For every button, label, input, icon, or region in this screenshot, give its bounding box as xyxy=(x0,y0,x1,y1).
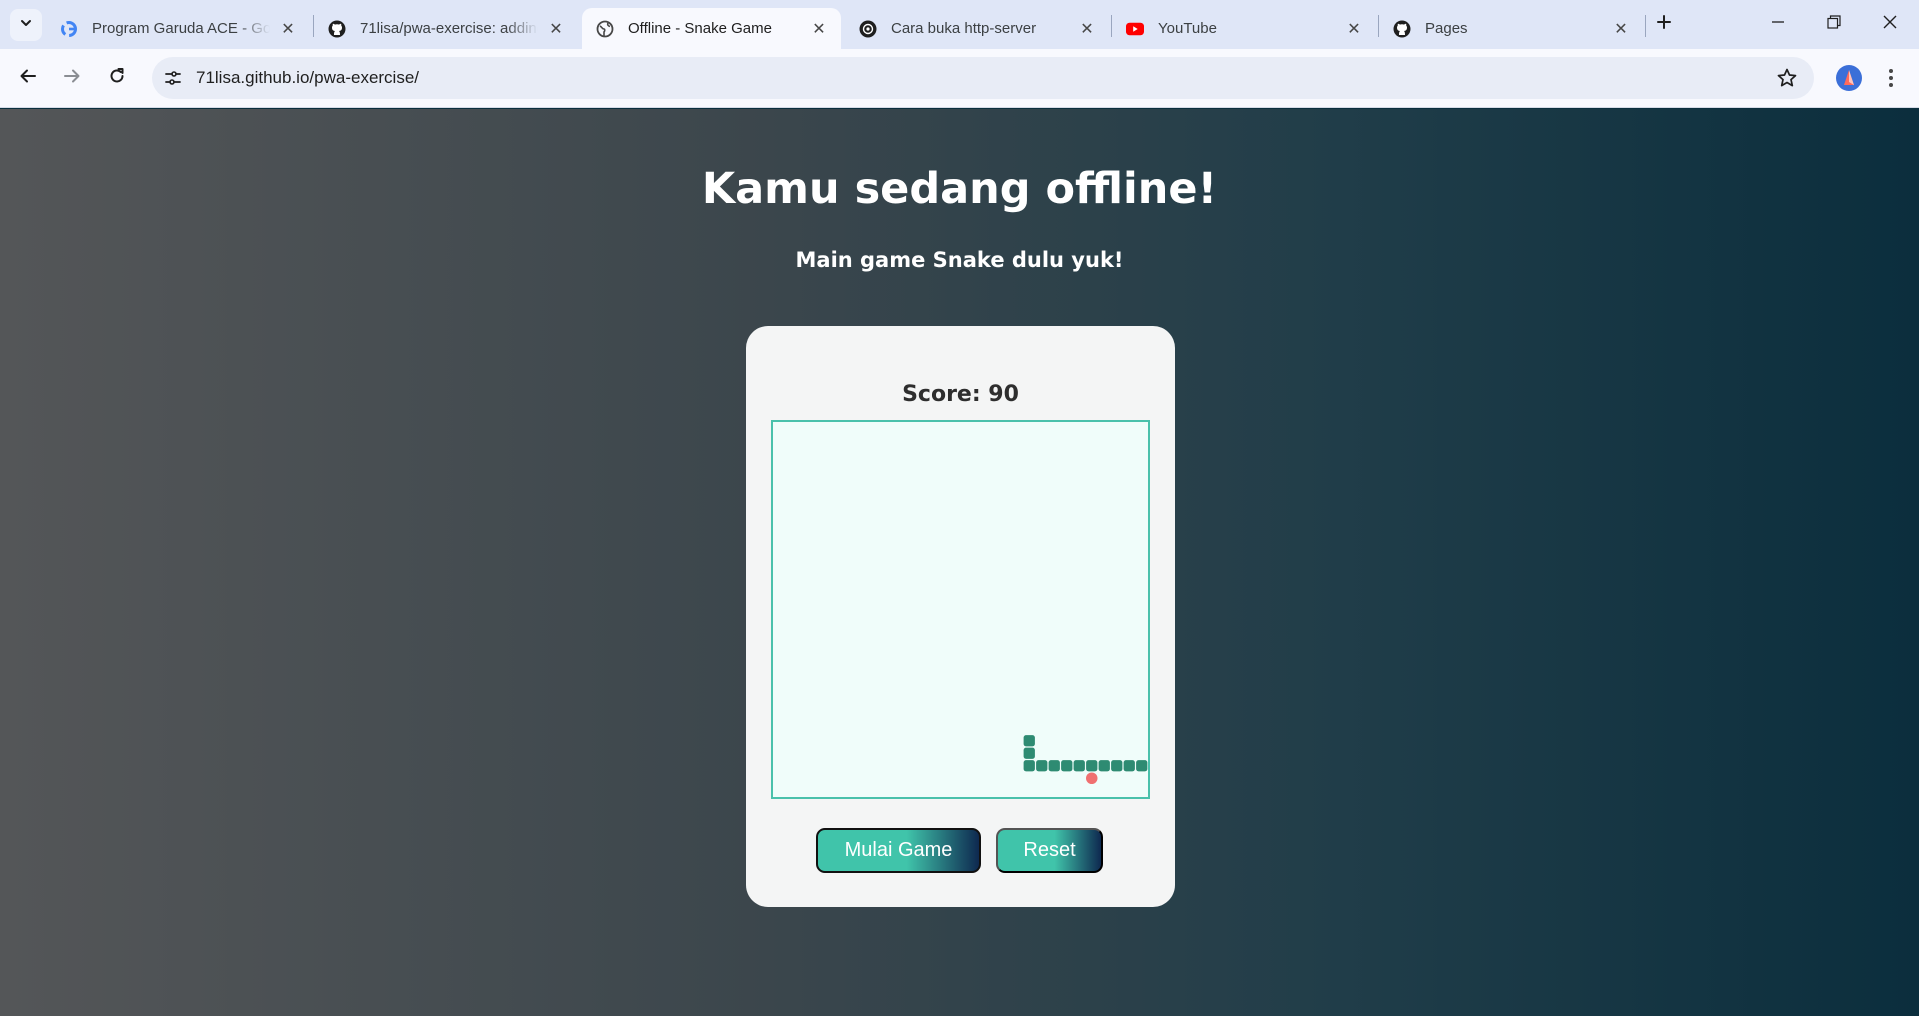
snake-segment xyxy=(1086,760,1098,772)
tab-title: Pages xyxy=(1425,20,1468,37)
tab-snake-game[interactable]: Offline - Snake Game ✕ xyxy=(582,8,841,49)
page-title: Kamu sedang offline! xyxy=(701,164,1218,214)
browser-toolbar: 71lisa.github.io/pwa-exercise/ xyxy=(0,49,1919,108)
site-settings-icon[interactable] xyxy=(162,67,184,89)
snake-segment xyxy=(1023,735,1035,747)
tab-separator xyxy=(1645,15,1646,37)
snake-segment xyxy=(1073,760,1085,772)
github-icon xyxy=(1393,20,1411,38)
close-icon[interactable]: ✕ xyxy=(278,19,298,39)
tab-pages[interactable]: Pages ✕ xyxy=(1379,8,1643,49)
snake-segment xyxy=(1123,760,1135,772)
chevron-down-icon xyxy=(19,16,33,35)
close-icon[interactable]: ✕ xyxy=(1611,19,1631,39)
arrow-right-icon xyxy=(63,67,81,90)
restore-icon xyxy=(1827,14,1841,34)
start-game-button[interactable]: Mulai Game xyxy=(816,828,981,873)
score-label: Score: 90 xyxy=(902,382,1019,407)
back-button[interactable] xyxy=(12,62,44,94)
snake-segment xyxy=(1036,760,1048,772)
address-bar[interactable]: 71lisa.github.io/pwa-exercise/ xyxy=(152,57,1814,99)
tab-search-button[interactable] xyxy=(10,9,42,41)
tab-title: Offline - Snake Game xyxy=(628,20,772,37)
reload-icon xyxy=(108,67,126,90)
close-window-button[interactable] xyxy=(1862,0,1918,48)
github-icon xyxy=(328,20,346,38)
minimize-button[interactable] xyxy=(1750,0,1806,48)
close-icon[interactable]: ✕ xyxy=(809,19,829,39)
reset-button[interactable]: Reset xyxy=(996,828,1103,873)
snake-segment xyxy=(1061,760,1073,772)
close-icon[interactable]: ✕ xyxy=(1077,19,1097,39)
reload-button[interactable] xyxy=(101,62,133,94)
snake-segment xyxy=(1023,760,1035,772)
tab-garuda[interactable]: Program Garuda ACE - Google ✕ xyxy=(46,8,310,49)
tab-http-server[interactable]: Cara buka http-server ✕ xyxy=(845,8,1109,49)
arrow-left-icon xyxy=(19,67,37,90)
page-content: Kamu sedang offline! Main game Snake dul… xyxy=(0,109,1919,1016)
snake-segment xyxy=(1111,760,1123,772)
globe-icon xyxy=(596,20,614,38)
snake-segment xyxy=(1023,747,1035,759)
close-icon xyxy=(1882,14,1898,35)
tab-title: YouTube xyxy=(1158,20,1217,37)
food-pellet xyxy=(1086,772,1098,784)
minimize-icon xyxy=(1771,15,1785,34)
tab-strip: Program Garuda ACE - Google ✕ 71lisa/pwa… xyxy=(0,0,1919,49)
new-tab-button[interactable] xyxy=(1652,12,1676,36)
game-canvas xyxy=(1023,735,1148,784)
youtube-icon xyxy=(1126,20,1144,38)
chatgpt-icon xyxy=(859,20,877,38)
snake-segment xyxy=(1136,760,1148,772)
game-board[interactable] xyxy=(771,420,1150,799)
close-icon[interactable]: ✕ xyxy=(546,19,566,39)
forward-button[interactable] xyxy=(56,62,88,94)
tab-title: Program Garuda ACE - Google xyxy=(92,20,270,37)
bookmark-star-icon[interactable] xyxy=(1776,67,1798,89)
snake-segment xyxy=(1048,760,1060,772)
browser-menu-icon[interactable] xyxy=(1881,65,1901,91)
tab-title: 71lisa/pwa-exercise: adding xyxy=(360,20,538,37)
close-icon[interactable]: ✕ xyxy=(1344,19,1364,39)
restore-button[interactable] xyxy=(1806,0,1862,48)
tab-pwa-exercise[interactable]: 71lisa/pwa-exercise: adding ✕ xyxy=(314,8,578,49)
plus-icon xyxy=(1656,14,1672,35)
tab-youtube[interactable]: YouTube ✕ xyxy=(1112,8,1376,49)
tab-title: Cara buka http-server xyxy=(891,20,1037,37)
google-icon xyxy=(60,20,78,38)
url-text[interactable]: 71lisa.github.io/pwa-exercise/ xyxy=(196,68,419,88)
profile-avatar[interactable] xyxy=(1836,65,1862,91)
page-subtitle: Main game Snake dulu yuk! xyxy=(795,248,1124,272)
game-card: Score: 90 Mulai Game Reset xyxy=(746,326,1175,907)
snake-segment xyxy=(1098,760,1110,772)
